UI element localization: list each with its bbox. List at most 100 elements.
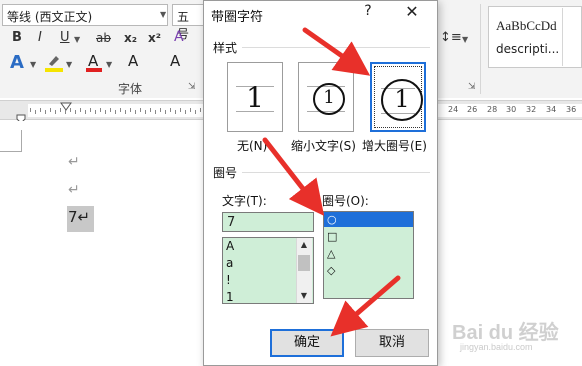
list-item[interactable]: △ bbox=[327, 247, 335, 260]
ruler-tick bbox=[125, 110, 126, 114]
ruler-tick bbox=[150, 108, 151, 112]
selected-text[interactable]: 7↵ bbox=[68, 208, 90, 226]
text-input[interactable]: 7 bbox=[222, 212, 314, 232]
ruler-tick bbox=[175, 110, 176, 114]
dialog-title: 带圈字符 bbox=[211, 10, 264, 25]
font-color-bar bbox=[86, 68, 102, 72]
style-option-label[interactable]: 缩小文字(S) bbox=[291, 137, 356, 154]
ruler-number: 26 bbox=[467, 105, 478, 114]
group-label-font: 字体 bbox=[118, 82, 143, 96]
list-item[interactable]: A bbox=[226, 239, 234, 253]
scroll-up-icon[interactable]: ▲ bbox=[296, 238, 312, 252]
dialog-launcher-icon[interactable]: ⇲ bbox=[188, 82, 196, 92]
ruler-number: 24 bbox=[448, 105, 459, 114]
style-option-none[interactable]: 1 bbox=[227, 62, 283, 132]
line-spacing-icon[interactable]: ↕≡ bbox=[440, 30, 462, 45]
scroll-down-icon[interactable]: ▼ bbox=[296, 289, 312, 303]
ruler-tick bbox=[110, 108, 111, 112]
ruler-tick bbox=[50, 108, 51, 112]
ruler-tick bbox=[70, 108, 71, 112]
chevron-down-icon[interactable]: ▼ bbox=[160, 10, 166, 19]
list-item[interactable]: ◇ bbox=[327, 264, 335, 277]
style-option-label[interactable]: 增大圈号(E) bbox=[362, 137, 427, 154]
ruler-tick bbox=[40, 108, 41, 112]
italic-button[interactable]: I bbox=[38, 30, 42, 45]
cancel-button[interactable]: 取消 bbox=[355, 329, 429, 357]
scroll-thumb[interactable] bbox=[298, 255, 310, 271]
close-button[interactable]: ✕ bbox=[402, 2, 422, 22]
ruler-tick bbox=[95, 110, 96, 114]
style-section-label: 样式 bbox=[213, 41, 238, 55]
watermark-logo: Bai du 经验 bbox=[452, 322, 559, 344]
text-effects-button[interactable]: A bbox=[10, 52, 24, 73]
enclosure-selected-row bbox=[324, 212, 413, 227]
list-item[interactable]: 1 bbox=[226, 290, 234, 304]
dialog-launcher-icon[interactable]: ⇲ bbox=[468, 82, 476, 92]
ruler-tick bbox=[185, 110, 186, 114]
style-gallery[interactable] bbox=[488, 6, 582, 68]
style-name: descripti... bbox=[496, 42, 560, 56]
style-option-label[interactable]: 无(N) bbox=[237, 137, 267, 154]
style-separator bbox=[562, 8, 563, 66]
strikethrough-button[interactable]: ab bbox=[96, 31, 111, 45]
underline-button[interactable]: U bbox=[60, 30, 70, 45]
highlight-color-bar bbox=[45, 68, 63, 72]
ruler-tick bbox=[160, 108, 161, 112]
chevron-down-icon[interactable]: ▼ bbox=[74, 35, 80, 44]
chevron-down-icon[interactable]: ▼ bbox=[66, 60, 72, 69]
chevron-down-icon[interactable]: ▼ bbox=[462, 35, 468, 44]
ruler-number: 32 bbox=[526, 105, 537, 114]
style-glyph: 1 bbox=[323, 87, 335, 108]
ruler-tick bbox=[120, 108, 121, 112]
ribbon-separator bbox=[480, 4, 481, 94]
margin-corner-mark bbox=[0, 130, 22, 152]
ruler-number: 28 bbox=[487, 105, 498, 114]
ruler-tick bbox=[200, 108, 201, 112]
ruler-tick bbox=[30, 108, 31, 112]
list-item[interactable]: a bbox=[226, 256, 233, 270]
highlighter-icon[interactable] bbox=[46, 54, 62, 68]
ruler-tick bbox=[195, 110, 196, 114]
help-button[interactable]: ? bbox=[359, 3, 377, 21]
list-item[interactable]: ! bbox=[226, 273, 231, 287]
ruler-tick bbox=[145, 110, 146, 114]
font-name-combo[interactable]: 等线 (西文正文) bbox=[2, 4, 168, 26]
clear-format-icon[interactable]: A bbox=[174, 29, 184, 45]
ruler-tick bbox=[60, 108, 61, 112]
style-option-shrink-text[interactable]: 1 bbox=[298, 62, 354, 132]
ruler-tick bbox=[180, 108, 181, 112]
chevron-down-icon[interactable]: ▼ bbox=[30, 60, 36, 69]
enclosure-section-label: 圈号 bbox=[213, 166, 238, 180]
chevron-down-icon[interactable]: ▼ bbox=[106, 60, 112, 69]
list-item[interactable]: ○ bbox=[327, 213, 337, 226]
ruler-tick bbox=[155, 110, 156, 114]
section-divider bbox=[242, 172, 430, 173]
ruler-tick bbox=[105, 110, 106, 114]
ruler-tick bbox=[75, 110, 76, 114]
subscript-button[interactable]: x₂ bbox=[124, 31, 137, 45]
text-label: 文字(T): bbox=[222, 194, 267, 208]
ruler-tick bbox=[140, 108, 141, 112]
ruler-tick bbox=[170, 108, 171, 112]
superscript-button[interactable]: x² bbox=[148, 31, 161, 45]
change-case-button[interactable]: A bbox=[128, 52, 138, 70]
ruler-tick bbox=[80, 108, 81, 112]
style-option-enlarge-symbol[interactable]: 1 bbox=[370, 62, 426, 132]
ruler-tick bbox=[65, 110, 66, 114]
text-input-value: 7 bbox=[227, 215, 236, 230]
ok-button[interactable]: 确定 bbox=[270, 329, 344, 357]
font-size-combo[interactable]: 五号 bbox=[172, 4, 204, 41]
bold-button[interactable]: B bbox=[12, 30, 22, 45]
ruler-tick bbox=[165, 110, 166, 114]
enclose-characters-dialog bbox=[203, 0, 438, 366]
paragraph-mark: ↵ bbox=[68, 182, 80, 198]
ruler-tick bbox=[85, 110, 86, 114]
ruler-tick bbox=[55, 110, 56, 114]
style-glyph: 1 bbox=[246, 81, 264, 114]
ruler-number: 34 bbox=[546, 105, 557, 114]
ruler-number: 36 bbox=[566, 105, 577, 114]
font-name-value: 等线 (西文正文) bbox=[7, 10, 93, 24]
list-item[interactable]: □ bbox=[327, 230, 337, 243]
grow-font-button[interactable]: A bbox=[170, 52, 180, 70]
ruler-tick bbox=[190, 108, 191, 112]
